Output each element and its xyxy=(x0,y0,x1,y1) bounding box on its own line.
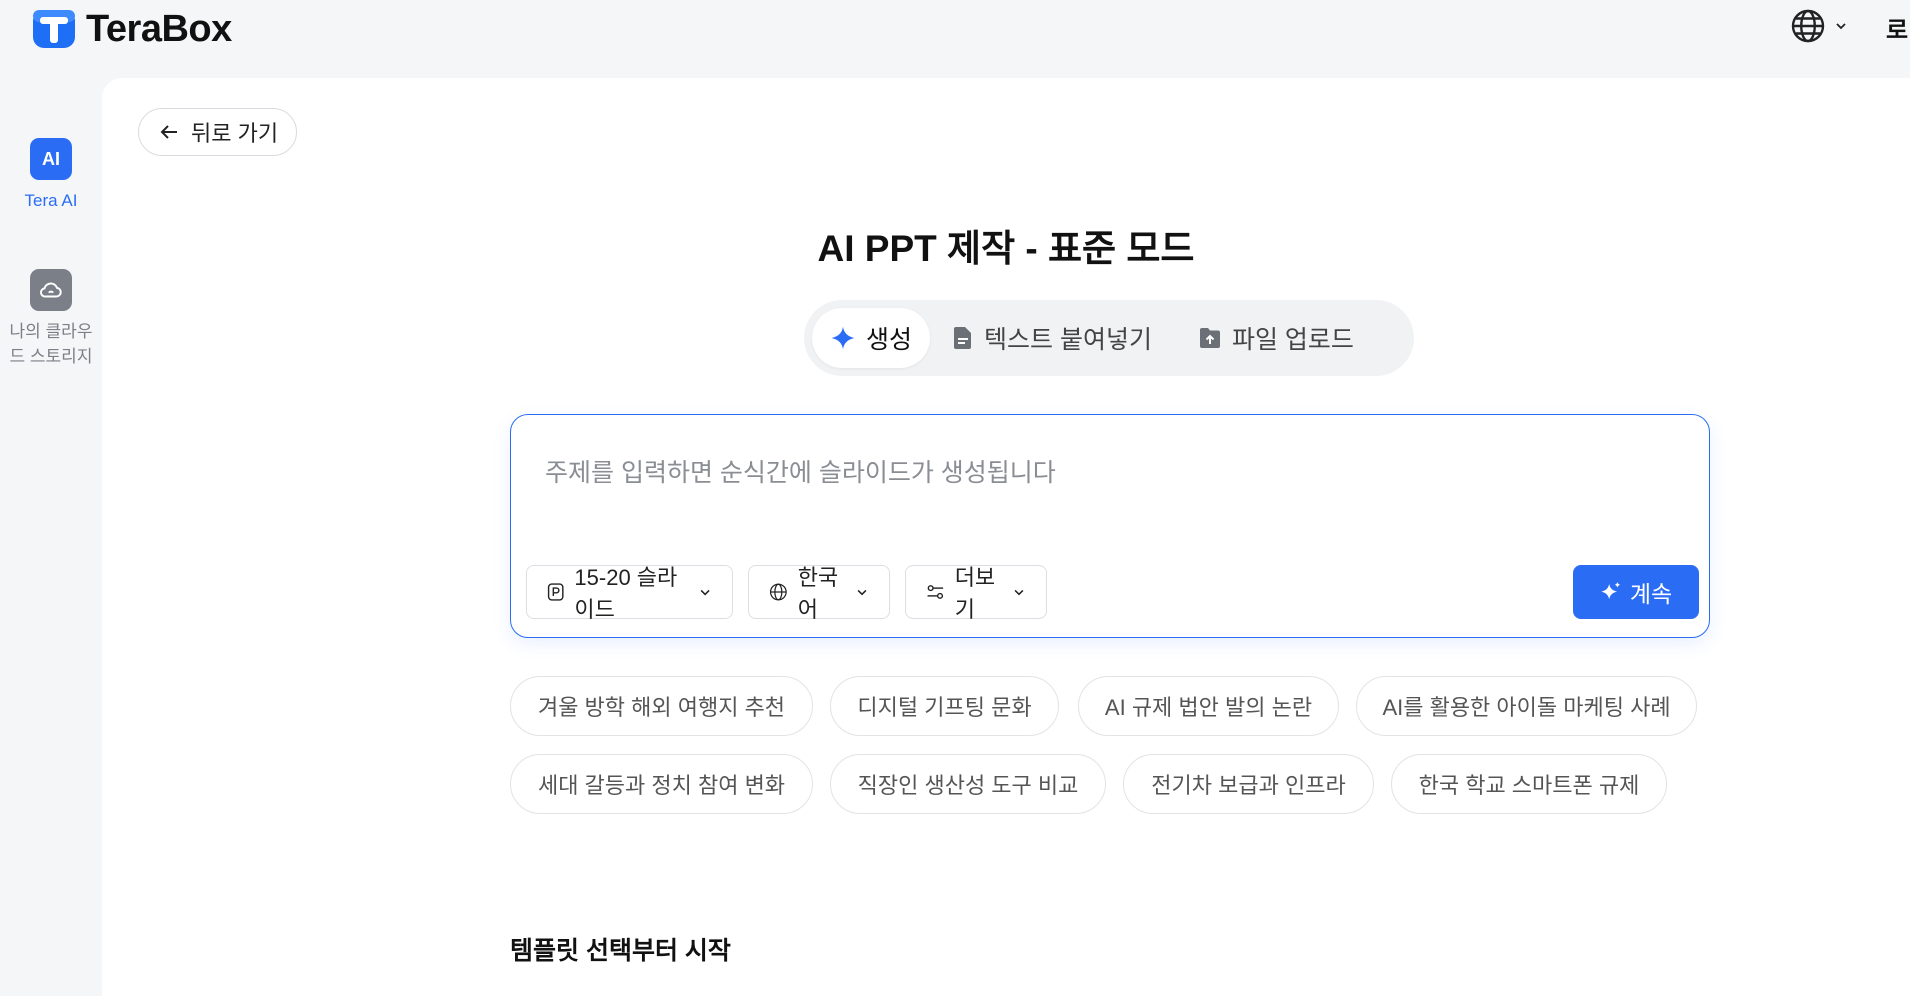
globe-icon xyxy=(769,583,787,601)
upload-icon xyxy=(1199,328,1220,348)
tab-label: 텍스트 붙여넣기 xyxy=(984,326,1152,354)
templates-section-title: 템플릿 선택부터 시작 xyxy=(510,937,731,965)
slides-icon xyxy=(547,583,564,601)
login-link-cut[interactable]: 로 xyxy=(1886,10,1908,45)
sidebar: AI Tera AI 나의 클라우드 스토리지 xyxy=(0,78,102,996)
tab-upload-file[interactable]: 파일 업로드 xyxy=(1180,308,1372,368)
back-button[interactable]: 뒤로 가기 xyxy=(138,108,298,156)
arrow-left-icon xyxy=(160,125,177,139)
suggestion-chip[interactable]: 세대 갈등과 정치 참여 변화 xyxy=(510,754,813,814)
more-options-dropdown[interactable]: 더보기 xyxy=(905,565,1047,622)
slide-count-value: 15-20 슬라이드 xyxy=(574,565,678,622)
terabox-logo[interactable]: TeraBox xyxy=(30,5,232,53)
language-value: 한국어 xyxy=(797,565,839,622)
sidebar-item-tera-ai[interactable]: AI Tera AI xyxy=(0,138,102,213)
tab-label: 파일 업로드 xyxy=(1231,326,1354,354)
sparkle-icon xyxy=(831,326,855,350)
app-name: TeraBox xyxy=(86,7,232,50)
terabox-logo-icon xyxy=(33,10,75,48)
suggestion-chip[interactable]: AI를 활용한 아이돌 마케팅 사례 xyxy=(1356,676,1697,736)
suggestion-chip[interactable]: 겨울 방학 해외 여행지 추천 xyxy=(510,676,813,736)
ai-icon: AI xyxy=(30,138,72,180)
document-icon xyxy=(954,327,972,349)
sidebar-item-cloud-storage[interactable]: 나의 클라우드 스토리지 xyxy=(0,269,102,369)
slide-count-dropdown[interactable]: 15-20 슬라이드 xyxy=(526,565,733,622)
ai-badge-text: AI xyxy=(42,148,60,169)
chevron-down-icon xyxy=(857,589,867,596)
more-options-label: 더보기 xyxy=(954,565,996,622)
chevron-down-icon xyxy=(1836,23,1846,30)
language-switcher[interactable] xyxy=(1790,8,1848,44)
suggestion-chip[interactable]: 전기차 보급과 인프라 xyxy=(1123,754,1374,814)
back-button-label: 뒤로 가기 xyxy=(191,121,279,146)
suggestion-chip[interactable]: 직장인 생산성 도구 비교 xyxy=(830,754,1106,814)
sidebar-item-label: Tera AI xyxy=(24,191,78,210)
top-bar: TeraBox 로 xyxy=(0,0,1910,78)
globe-icon xyxy=(1791,9,1825,43)
sliders-icon xyxy=(927,585,944,599)
mode-tabs: 생성 텍스트 붙여넣기 파일 업로드 xyxy=(804,300,1414,376)
tab-paste-text[interactable]: 텍스트 붙여넣기 xyxy=(934,308,1170,368)
continue-button[interactable]: 계속 xyxy=(1573,565,1699,619)
prompt-box: 15-20 슬라이드 한국어 더보기 xyxy=(510,414,1710,638)
language-dropdown[interactable]: 한국어 xyxy=(748,565,890,622)
chevron-down-icon xyxy=(1014,589,1024,596)
topic-input[interactable] xyxy=(545,443,1665,503)
page-title: AI PPT 제작 - 표준 모드 xyxy=(817,228,1195,269)
sparkle-icon xyxy=(1601,581,1620,600)
cloud-icon xyxy=(30,269,72,311)
tab-generate[interactable]: 생성 xyxy=(812,308,931,368)
sidebar-item-label: 나의 클라우드 스토리지 xyxy=(9,322,93,366)
main-panel: 뒤로 가기 AI PPT 제작 - 표준 모드 생성 텍스트 붙여넣기 파일 업… xyxy=(102,78,1910,996)
chevron-down-icon xyxy=(700,589,710,596)
suggestion-chip[interactable]: 한국 학교 스마트폰 규제 xyxy=(1391,754,1667,814)
suggestion-chip[interactable]: 디지털 기프팅 문화 xyxy=(830,676,1059,736)
suggestion-chip[interactable]: AI 규제 법안 발의 논란 xyxy=(1078,676,1339,736)
tab-label: 생성 xyxy=(866,326,913,354)
continue-button-label: 계속 xyxy=(1629,581,1673,607)
